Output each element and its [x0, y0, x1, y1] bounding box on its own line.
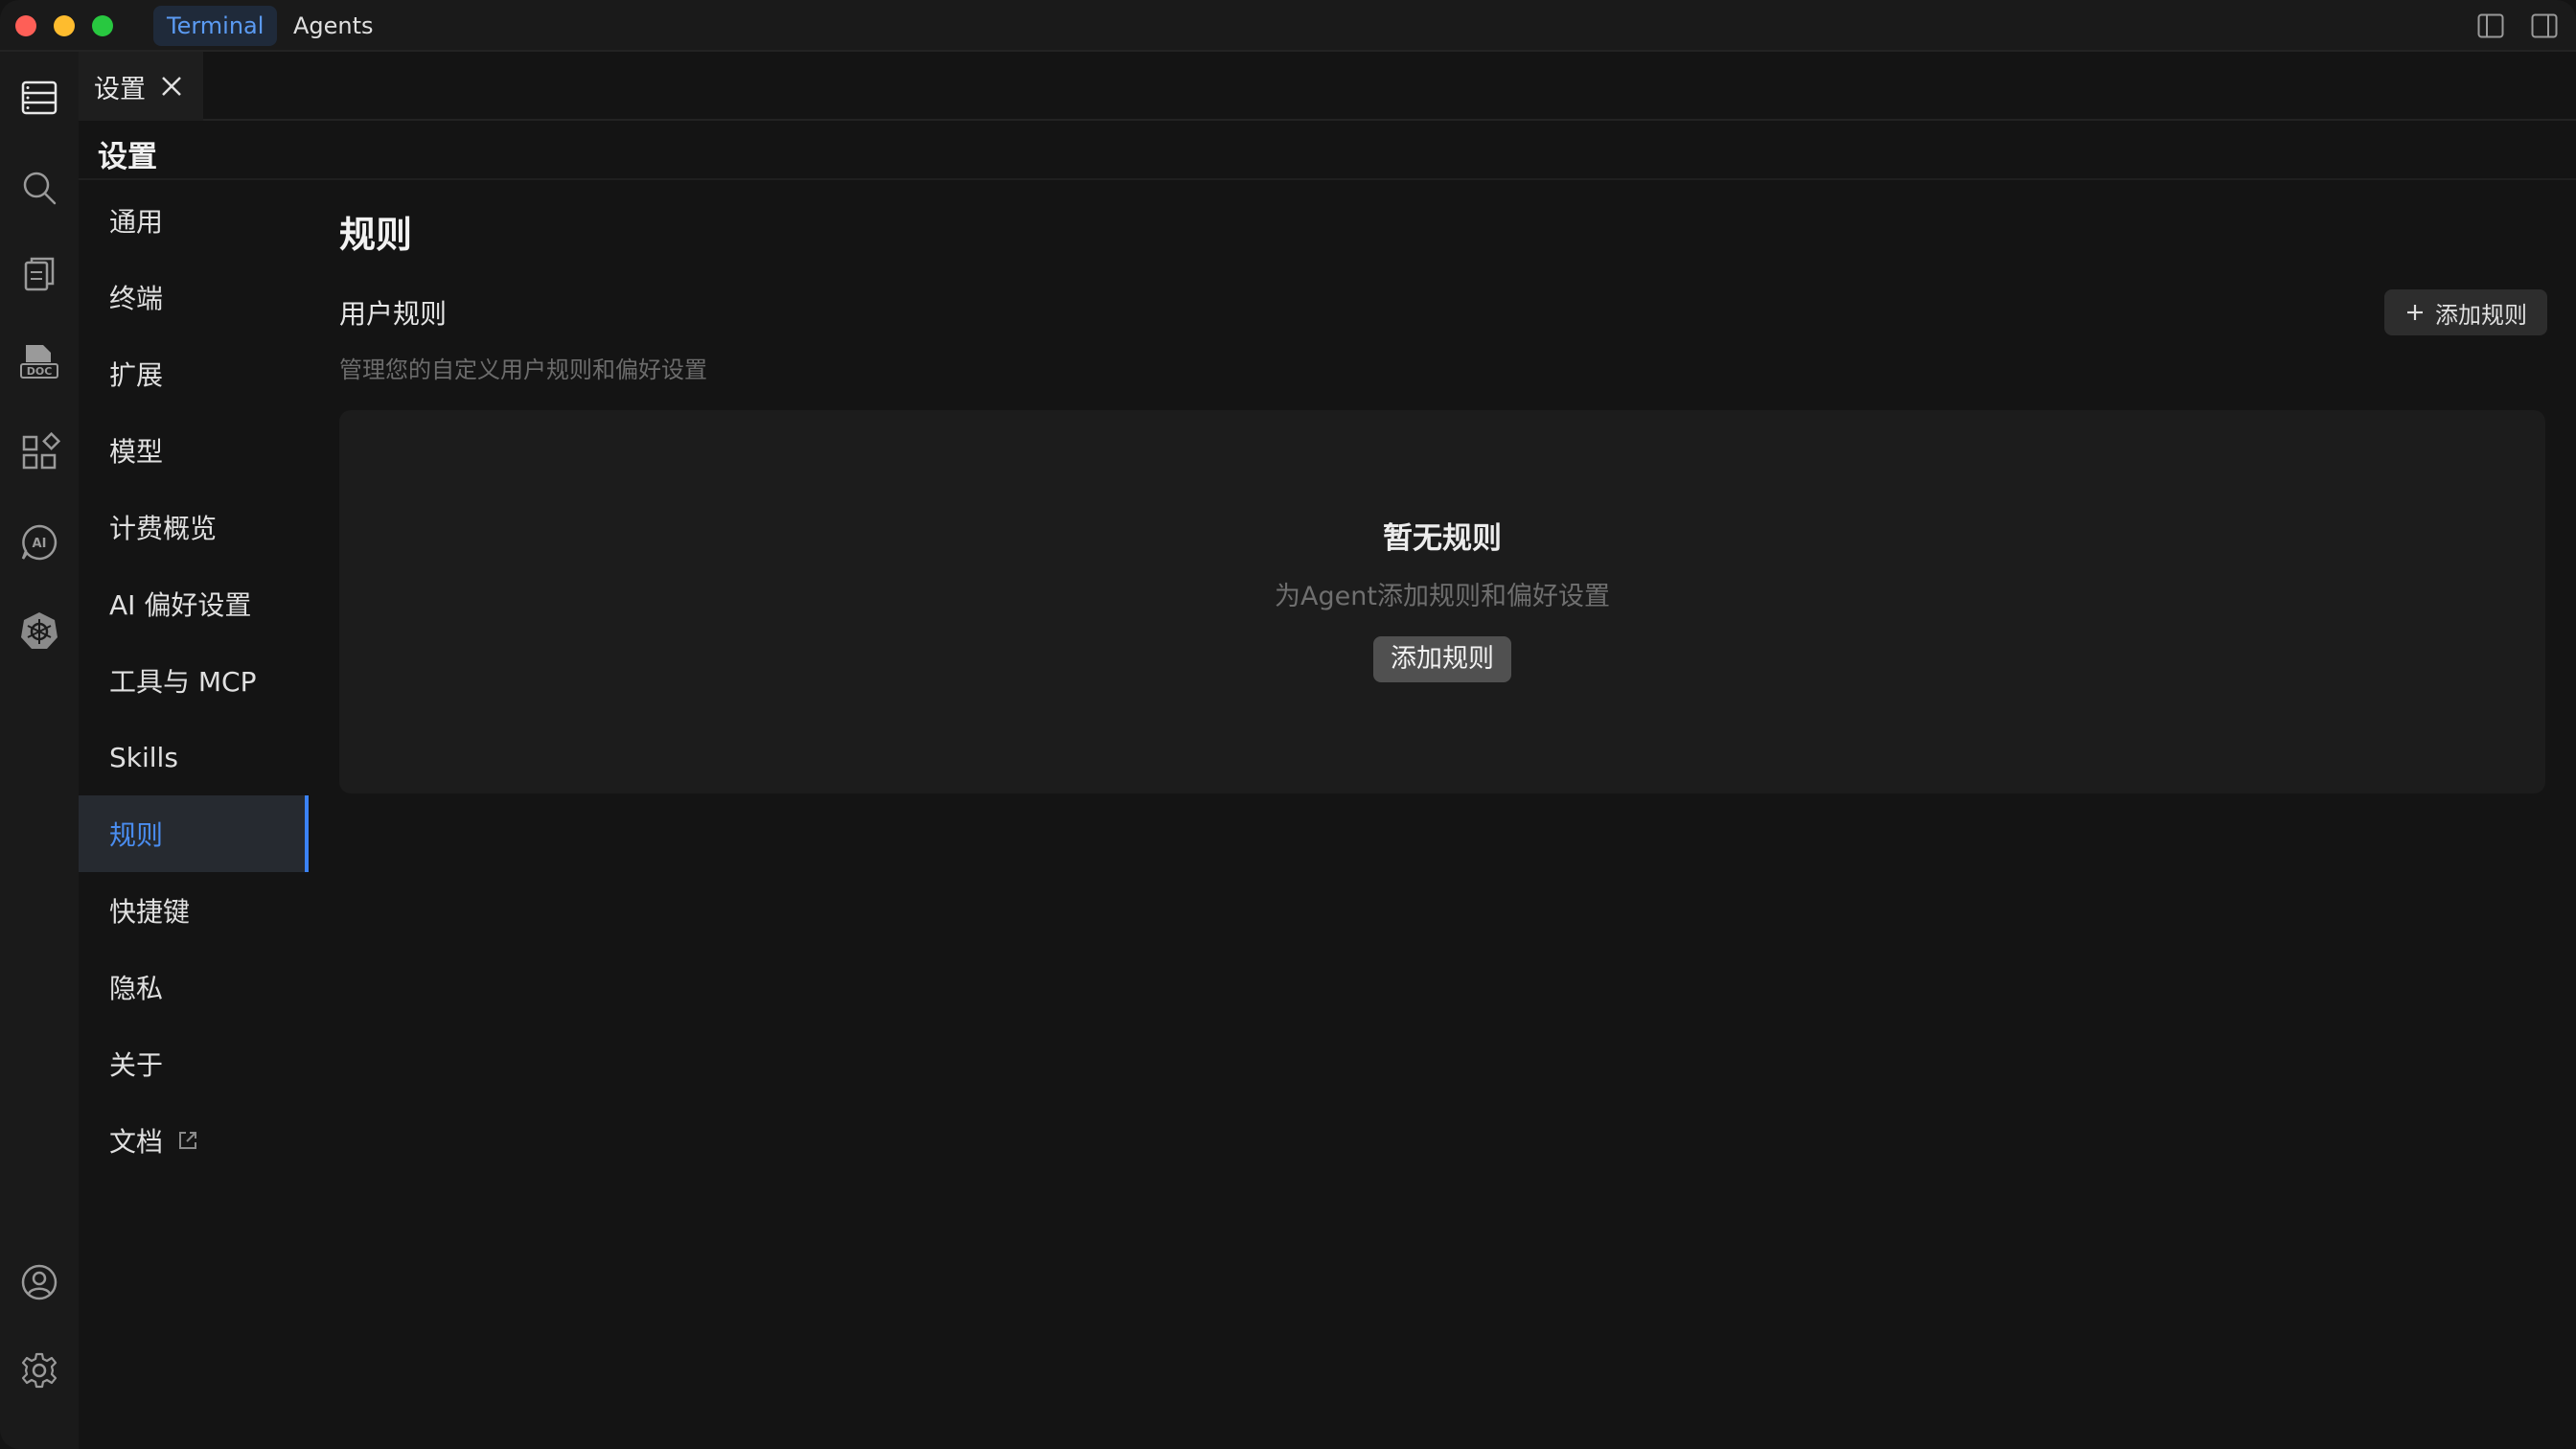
nav-item-extensions[interactable]: 扩展 — [79, 335, 309, 412]
page-title: 规则 — [339, 214, 413, 256]
nav-item-skills[interactable]: Skills — [79, 719, 309, 795]
maximize-window-button[interactable] — [92, 15, 113, 36]
add-rule-button-label: 添加规则 — [2435, 301, 2527, 329]
plus-icon — [2404, 302, 2426, 323]
nav-item-tools-mcp[interactable]: 工具与 MCP — [79, 642, 309, 719]
editor-tab-label: 设置 — [94, 74, 146, 104]
doc-icon[interactable]: DOC — [18, 341, 60, 383]
close-icon[interactable] — [159, 74, 184, 99]
section-description: 管理您的自定义用户规则和偏好设置 — [339, 356, 707, 383]
nav-item-docs[interactable]: 文档 — [79, 1102, 309, 1179]
add-rule-button[interactable]: 添加规则 — [2384, 289, 2547, 335]
nav-item-models[interactable]: 模型 — [79, 412, 309, 489]
empty-state-card: 暂无规则 为Agent添加规则和偏好设置 添加规则 — [339, 410, 2545, 794]
nav-item-ai-preferences[interactable]: AI 偏好设置 — [79, 565, 309, 642]
nav-item-general[interactable]: 通用 — [79, 182, 309, 259]
account-icon[interactable] — [18, 1261, 60, 1303]
toggle-right-panel-icon[interactable] — [2531, 13, 2558, 38]
empty-state-description: 为Agent添加规则和偏好设置 — [1275, 582, 1610, 611]
ai-icon[interactable]: AI — [18, 521, 60, 564]
top-tab-terminal[interactable]: Terminal — [153, 6, 278, 46]
nav-item-privacy[interactable]: 隐私 — [79, 949, 309, 1025]
nav-item-docs-label: 文档 — [109, 1126, 164, 1158]
settings-title: 设置 — [98, 140, 157, 174]
activity-bar: DOC AI — [0, 52, 79, 1449]
clipboard-icon[interactable] — [18, 253, 60, 295]
nav-item-terminal[interactable]: 终端 — [79, 259, 309, 335]
section-title: 用户规则 — [339, 298, 448, 330]
title-bar: Terminal Agents — [0, 0, 2576, 52]
settings-gear-icon[interactable] — [18, 1349, 60, 1392]
external-link-icon — [176, 1129, 199, 1152]
toggle-left-panel-icon[interactable] — [2477, 13, 2504, 38]
empty-state-add-rule-button[interactable]: 添加规则 — [1373, 636, 1511, 682]
kubernetes-icon[interactable] — [18, 610, 60, 652]
nav-item-billing[interactable]: 计费概览 — [79, 489, 309, 565]
settings-header: 设置 — [79, 123, 2576, 180]
close-window-button[interactable] — [15, 15, 36, 36]
extensions-icon[interactable] — [18, 431, 60, 473]
nav-item-rules[interactable]: 规则 — [79, 795, 309, 872]
explorer-icon[interactable] — [18, 77, 60, 119]
svg-text:AI: AI — [33, 537, 47, 551]
svg-text:DOC: DOC — [27, 365, 53, 378]
minimize-window-button[interactable] — [54, 15, 75, 36]
app-window: Terminal Agents DOC AI 设置 设置 通用 终端 扩展 模型… — [0, 0, 2576, 1449]
empty-state-title: 暂无规则 — [1383, 521, 1502, 556]
editor-tab-bar: 设置 — [79, 52, 2576, 121]
editor-tab-settings[interactable]: 设置 — [79, 52, 203, 121]
top-tab-agents[interactable]: Agents — [280, 6, 387, 46]
nav-item-shortcuts[interactable]: 快捷键 — [79, 872, 309, 949]
search-icon[interactable] — [18, 167, 60, 209]
nav-item-about[interactable]: 关于 — [79, 1025, 309, 1102]
